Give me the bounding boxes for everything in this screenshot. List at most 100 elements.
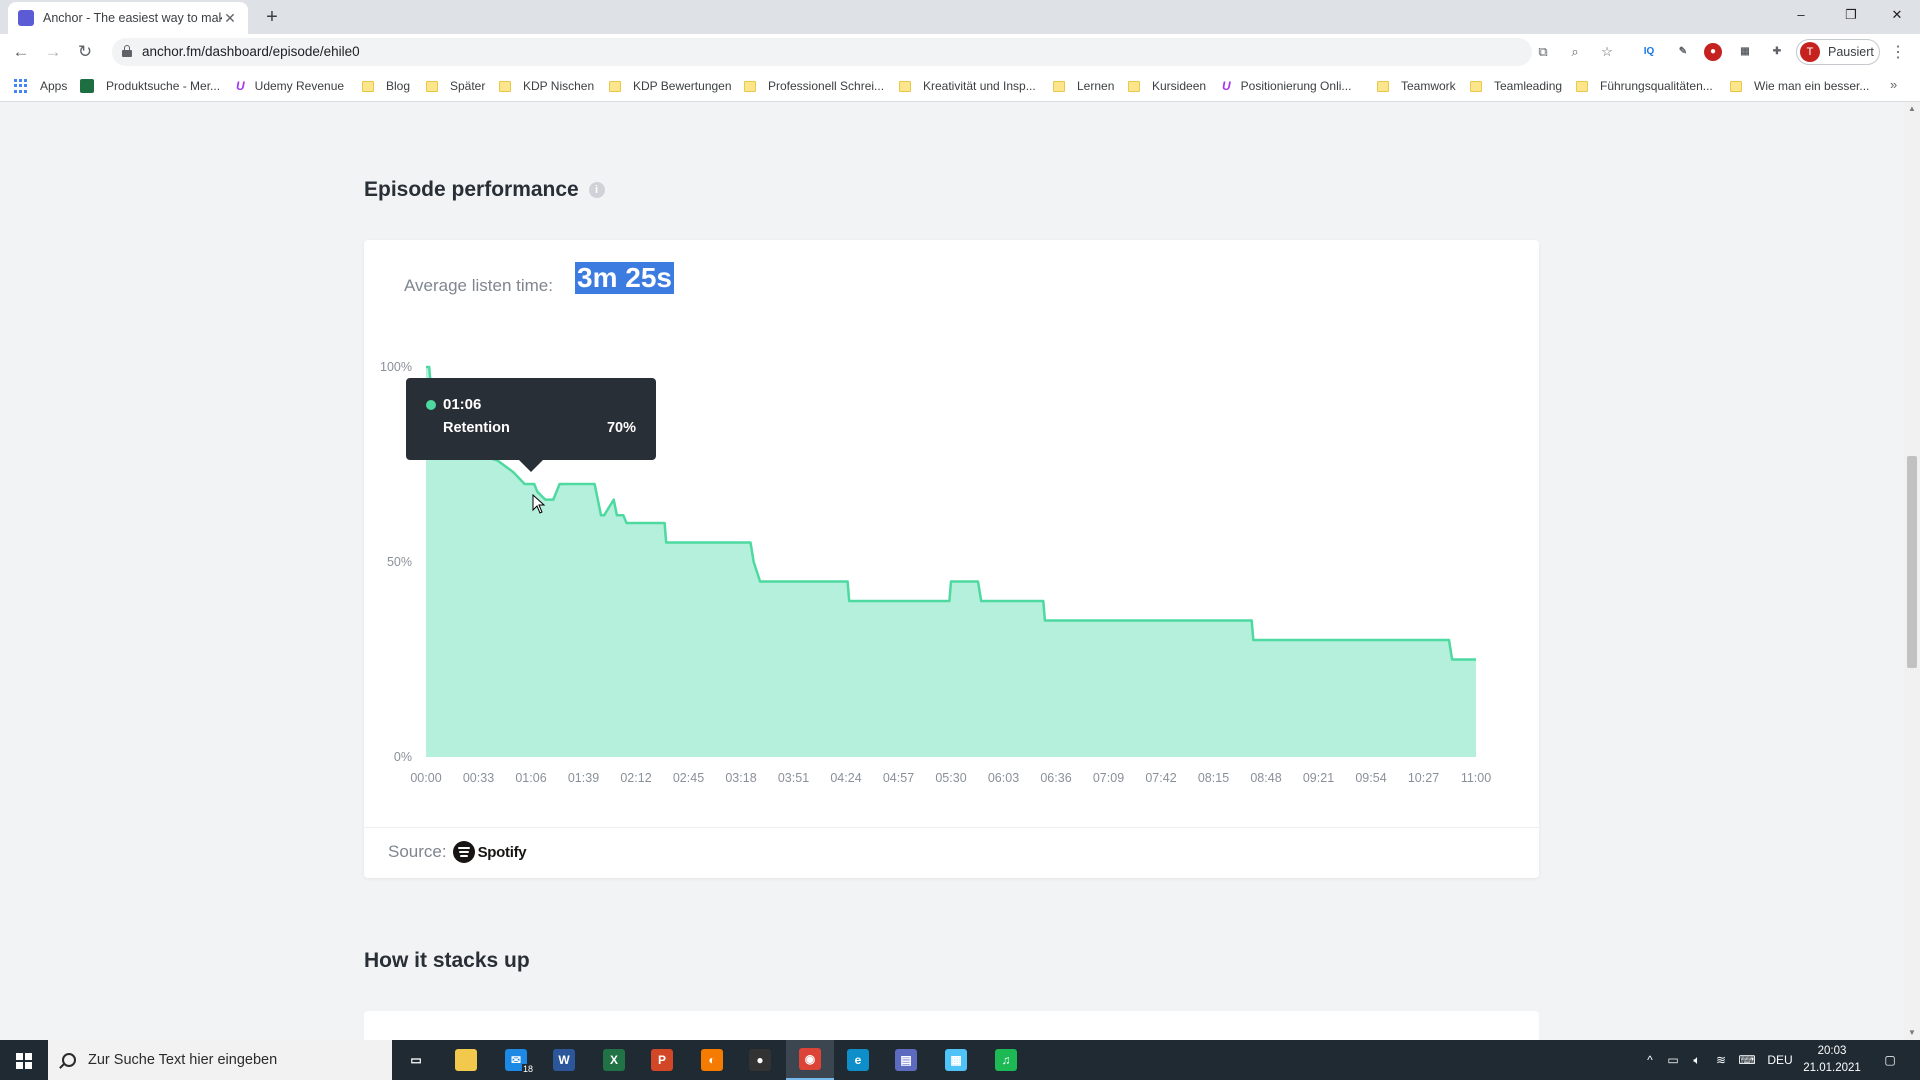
bookmark-item[interactable]: Lernen [1053, 77, 1114, 95]
y-tick-label: 50% [387, 555, 412, 569]
tray-overflow-icon[interactable]: ^ [1640, 1040, 1660, 1080]
x-tick-label: 00:00 [410, 771, 441, 785]
anchor-favicon-icon [18, 10, 34, 26]
extensions-puzzle-icon[interactable]: ✚ [1768, 43, 1786, 61]
taskbar-file-explorer[interactable] [442, 1040, 490, 1080]
tab-title: Anchor - The easiest way to mak [43, 11, 222, 25]
taskbar-chrome[interactable]: ◉ [786, 1040, 834, 1080]
restore-button[interactable]: ❐ [1828, 0, 1874, 30]
profile-status: Pausiert [1828, 45, 1874, 59]
adblock-icon[interactable]: ● [1704, 43, 1722, 61]
bookmark-item[interactable]: Teamwork [1377, 77, 1456, 95]
bookmark-label: Kreativität und Insp... [923, 79, 1036, 93]
bookmark-item[interactable]: Blog [362, 77, 410, 95]
new-tab-button[interactable]: + [260, 5, 284, 29]
how-it-stacks-card [364, 1011, 1539, 1040]
bookmark-label: Professionell Schrei... [768, 79, 885, 93]
bookmark-item[interactable]: U Positionierung Onli... [1222, 77, 1351, 95]
taskbar-mail[interactable]: ✉ 18 [492, 1040, 540, 1080]
obs-icon: ● [749, 1049, 771, 1071]
input-language[interactable]: DEU [1762, 1040, 1798, 1080]
taskbar-app-doc[interactable]: ▤ [882, 1040, 930, 1080]
mouse-cursor-icon [532, 494, 546, 514]
bookmark-item[interactable]: KDP Bewertungen [609, 77, 732, 95]
bookmark-label: Kursideen [1152, 79, 1207, 93]
back-icon[interactable]: ← [9, 40, 33, 64]
bookmark-label: Lernen [1077, 79, 1115, 93]
network-icon[interactable]: ≋ [1710, 1040, 1732, 1080]
taskbar-clock[interactable]: 20:03 21.01.2021 [1800, 1043, 1864, 1077]
info-icon[interactable]: i [588, 182, 605, 199]
minimize-button[interactable]: – [1778, 0, 1824, 30]
bookmark-label: Apps [40, 79, 68, 93]
bookmark-item[interactable]: Führungsqualitäten... [1576, 77, 1713, 95]
browser-menu-icon[interactable]: ⋮ [1890, 42, 1906, 62]
bookmark-label: Produktsuche - Mer... [106, 79, 221, 93]
close-tab-icon[interactable]: ✕ [222, 10, 238, 27]
bookmark-item[interactable]: U Udemy Revenue [236, 77, 344, 95]
meet-now-icon[interactable]: ▭ [1662, 1040, 1684, 1080]
profile-button[interactable]: T Pausiert [1796, 39, 1880, 65]
translate-icon[interactable]: ⧉ [1534, 43, 1552, 61]
x-tick-label: 04:57 [883, 771, 914, 785]
taskbar-app-notepad[interactable]: ▦ [932, 1040, 980, 1080]
taskbar-obs[interactable]: ● [736, 1040, 784, 1080]
x-tick-label: 05:30 [935, 771, 966, 785]
scroll-up-icon[interactable]: ▲ [1904, 102, 1920, 116]
bookmark-item[interactable]: Professionell Schrei... [744, 77, 884, 95]
edge-icon: e [847, 1049, 869, 1071]
x-tick-label: 07:42 [1145, 771, 1176, 785]
page-content: Episode performance i Average listen tim… [0, 102, 1904, 1040]
scroll-down-icon[interactable]: ▼ [1904, 1026, 1920, 1040]
close-window-button[interactable]: ✕ [1874, 0, 1920, 30]
reload-icon[interactable]: ↻ [73, 40, 97, 64]
source-name: Spotify [477, 843, 527, 861]
spotify-icon: ♫ [995, 1049, 1017, 1071]
bookmark-label: Udemy Revenue [254, 79, 345, 93]
bookmarks-overflow-icon[interactable]: » [1890, 77, 1897, 92]
bookmark-item[interactable]: Produktsuche - Mer... [80, 77, 220, 95]
taskbar-spotify[interactable]: ♫ [982, 1040, 1030, 1080]
iq-extension-icon[interactable]: IQ [1640, 43, 1658, 61]
spotify-icon [452, 841, 475, 863]
tooltip-time: 01:06 [443, 396, 482, 413]
app-notepad-icon: ▦ [945, 1049, 967, 1071]
taskbar-powerpoint[interactable]: P [638, 1040, 686, 1080]
extension-icon[interactable]: ✎ [1674, 43, 1692, 61]
volume-icon[interactable]: 🔈︎ [1686, 1040, 1708, 1080]
url-text[interactable]: anchor.fm/dashboard/episode/ehile0 [142, 44, 360, 59]
bookmark-apps[interactable]: Apps [14, 77, 67, 95]
bookmark-item[interactable]: Teamleading [1470, 77, 1562, 95]
windows-taskbar: Zur Suche Text hier eingeben ▭ ✉ 18 W X P ◐ ● ◉ e… [0, 1040, 1920, 1080]
browser-toolbar: ← → ↻ anchor.fm/dashboard/episode/ehile0… [0, 34, 1920, 70]
taskbar-task-view[interactable]: ▭ [392, 1040, 440, 1080]
taskbar-app-orange[interactable]: ◐ [688, 1040, 736, 1080]
scrollbar-thumb[interactable] [1907, 456, 1917, 668]
zoom-icon[interactable]: ⌕ [1566, 43, 1584, 61]
start-button[interactable] [0, 1040, 48, 1080]
taskbar-edge[interactable]: e [834, 1040, 882, 1080]
notifications-icon[interactable]: ▢ [1874, 1040, 1906, 1080]
forward-icon[interactable]: → [41, 40, 65, 64]
x-tick-label: 11:00 [1461, 771, 1491, 785]
page-scrollbar[interactable]: ▲ ▼ [1904, 102, 1920, 1040]
browser-tab[interactable]: Anchor - The easiest way to mak ✕ [8, 2, 248, 34]
bookmark-item[interactable]: KDP Nischen [499, 77, 594, 95]
bookmark-item[interactable]: Wie man ein besser... [1730, 77, 1869, 95]
keyboard-icon[interactable]: ⌨ [1734, 1040, 1760, 1080]
x-tick-label: 03:18 [725, 771, 756, 785]
taskbar-word[interactable]: W [540, 1040, 588, 1080]
x-tick-label: 08:48 [1250, 771, 1281, 785]
taskbar-excel[interactable]: X [590, 1040, 638, 1080]
x-tick-label: 02:45 [673, 771, 704, 785]
grid-extension-icon[interactable]: ▦ [1736, 43, 1754, 61]
taskbar-search[interactable]: Zur Suche Text hier eingeben [48, 1040, 392, 1080]
series-dot [426, 400, 436, 410]
bookmark-item[interactable]: Kreativität und Insp... [899, 77, 1036, 95]
bookmark-item[interactable]: Kursideen [1128, 77, 1206, 95]
bookmark-item[interactable]: Später [426, 77, 485, 95]
udemy-icon: U [1222, 79, 1231, 93]
address-bar[interactable]: anchor.fm/dashboard/episode/ehile0 ⧉ ⌕ ☆ [112, 38, 1613, 66]
bookmark-star-icon[interactable]: ☆ [1598, 43, 1616, 61]
retention-chart[interactable]: 0% 50% 100% 00:00 00:33 01:06 01:39 02:12 02:45 0… [364, 240, 1539, 840]
